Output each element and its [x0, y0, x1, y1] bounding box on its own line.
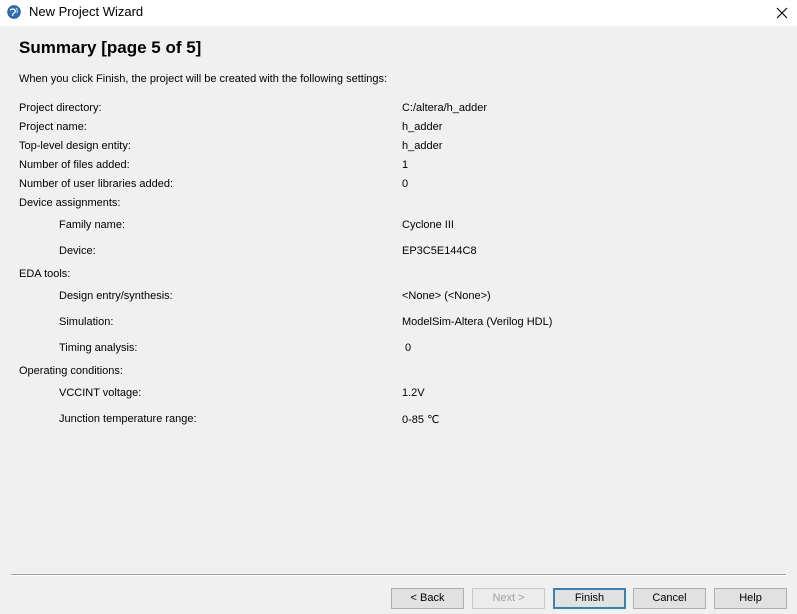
eda-tools-heading: EDA tools: [19, 268, 71, 280]
project-name-label: Project name: [19, 121, 87, 133]
window-title: New Project Wizard [29, 4, 144, 19]
junction-temp-label: Junction temperature range: [59, 413, 197, 425]
family-name-value: Cyclone III [402, 219, 454, 231]
vccint-label: VCCINT voltage: [59, 387, 142, 399]
cancel-button[interactable]: Cancel [633, 588, 706, 609]
family-name-label: Family name: [59, 219, 126, 231]
operating-conditions-heading: Operating conditions: [19, 365, 123, 377]
design-entry-value: <None> (<None>) [402, 290, 491, 302]
help-button[interactable]: Help [714, 588, 787, 609]
timing-analysis-value: 0 [405, 342, 412, 354]
finish-button[interactable]: Finish [553, 588, 626, 609]
close-button[interactable] [767, 0, 797, 26]
user-libraries-value: 0 [402, 178, 409, 190]
title-bar: New Project Wizard [0, 0, 797, 26]
close-icon [776, 7, 788, 19]
user-libraries-label: Number of user libraries added: [19, 178, 174, 190]
quartus-globe-icon [7, 5, 21, 19]
page-heading: Summary [page 5 of 5] [19, 38, 202, 57]
timing-analysis-label: Timing analysis: [59, 342, 138, 354]
project-directory-label: Project directory: [19, 102, 102, 114]
top-level-entity-label: Top-level design entity: [19, 140, 131, 152]
files-added-value: 1 [402, 159, 409, 171]
simulation-label: Simulation: [59, 316, 114, 328]
back-button[interactable]: < Back [391, 588, 464, 609]
project-name-value: h_adder [402, 121, 443, 133]
project-directory-value: C:/altera/h_adder [402, 102, 487, 114]
device-assignments-heading: Device assignments: [19, 197, 121, 209]
simulation-value: ModelSim-Altera (Verilog HDL) [402, 316, 553, 328]
junction-temp-value: 0-85 ℃ [402, 414, 440, 426]
device-value: EP3C5E144C8 [402, 245, 477, 257]
device-label: Device: [59, 245, 96, 257]
files-added-label: Number of files added: [19, 159, 130, 171]
design-entry-label: Design entry/synthesis: [59, 290, 173, 302]
vccint-value: 1.2V [402, 387, 425, 399]
next-button[interactable]: Next > [472, 588, 545, 609]
button-separator [11, 574, 786, 576]
intro-text: When you click Finish, the project will … [19, 73, 388, 85]
top-level-entity-value: h_adder [402, 140, 443, 152]
